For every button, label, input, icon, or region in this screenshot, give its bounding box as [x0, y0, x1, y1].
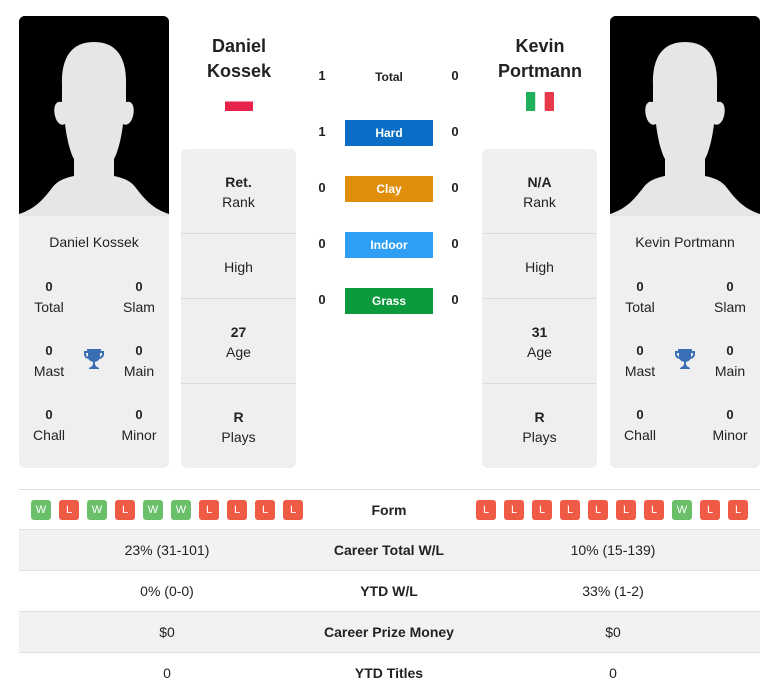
player1-age: 27 Age	[226, 324, 251, 360]
divider	[181, 298, 296, 299]
comparison-row-prize-money: $0 Career Prize Money $0	[19, 612, 760, 653]
surface-hard-badge[interactable]: Hard	[345, 120, 433, 146]
form-loss-badge[interactable]: L	[616, 500, 636, 520]
player1-titles-card: Daniel Kossek 0 Total 0 Slam 0 Mast 0 Main 0…	[19, 216, 169, 468]
player2-high: High	[525, 259, 554, 275]
form-loss-badge[interactable]: L	[532, 500, 552, 520]
h2h-grass-row: 0 Grass 0	[305, 288, 475, 314]
h2h-hard-row: 1 Hard 0	[305, 120, 475, 146]
h2h-total-row: 1 Total 0	[305, 64, 475, 90]
player-silhouette-icon	[610, 16, 760, 216]
player1-info-panel: Ret. Rank High 27 Age R Plays	[181, 149, 296, 468]
form-label: Form	[371, 502, 407, 518]
player1-name-link[interactable]: Daniel Kossek	[179, 34, 299, 84]
player2-slam-titles: 0 Slam	[714, 279, 746, 315]
player1-plays: R Plays	[221, 409, 256, 445]
form-loss-badge[interactable]: L	[588, 500, 608, 520]
comparison-row-career-wl: 23% (31-101) Career Total W/L 10% (15-13…	[19, 530, 760, 571]
player1-chall-titles: 0 Chall	[33, 407, 65, 443]
form-win-badge[interactable]: W	[31, 500, 51, 520]
form-loss-badge[interactable]: L	[560, 500, 580, 520]
player2-age: 31 Age	[527, 324, 552, 360]
form-loss-badge[interactable]: L	[59, 500, 79, 520]
divider	[181, 233, 296, 234]
player1-rank: Ret. Rank	[222, 174, 255, 210]
player2-total-titles: 0 Total	[625, 279, 655, 315]
surface-grass-badge[interactable]: Grass	[345, 288, 433, 314]
player2-plays: R Plays	[522, 409, 557, 445]
trophy-icon	[675, 349, 695, 369]
player2-form-badges: LLLLLLLWLL	[476, 500, 748, 520]
player1-high: High	[224, 259, 253, 275]
player1-minor-titles: 0 Minor	[121, 407, 157, 443]
player2-titles-card: Kevin Portmann 0 Total 0 Slam 0 Mast 0 Main …	[610, 216, 760, 468]
h2h-indoor-row: 0 Indoor 0	[305, 232, 475, 258]
player2-name-link[interactable]: Kevin Portmann	[480, 34, 600, 84]
player1-total-titles: 0 Total	[34, 279, 64, 315]
player1-card-name: Daniel Kossek	[49, 234, 139, 250]
player2-chall-titles: 0 Chall	[624, 407, 656, 443]
surface-indoor-badge[interactable]: Indoor	[345, 232, 433, 258]
italy-flag-icon	[526, 92, 554, 111]
player2-info-panel: N/A Rank High 31 Age R Plays	[482, 149, 597, 468]
divider	[482, 298, 597, 299]
form-loss-badge[interactable]: L	[700, 500, 720, 520]
player2-mast-titles: 0 Mast	[624, 343, 656, 379]
form-loss-badge[interactable]: L	[283, 500, 303, 520]
form-loss-badge[interactable]: L	[115, 500, 135, 520]
h2h-total-label: Total	[375, 70, 403, 84]
form-loss-badge[interactable]: L	[255, 500, 275, 520]
player2-photo	[610, 16, 760, 216]
player1-main-titles: 0 Main	[123, 343, 155, 379]
form-win-badge[interactable]: W	[87, 500, 107, 520]
form-loss-badge[interactable]: L	[644, 500, 664, 520]
player-silhouette-icon	[19, 16, 169, 216]
h2h-clay-row: 0 Clay 0	[305, 176, 475, 202]
player1-photo	[19, 16, 169, 216]
trophy-icon	[84, 349, 104, 369]
comparison-row-ytd-wl: 0% (0-0) YTD W/L 33% (1-2)	[19, 571, 760, 612]
divider	[181, 383, 296, 384]
divider	[482, 383, 597, 384]
form-loss-badge[interactable]: L	[199, 500, 219, 520]
form-loss-badge[interactable]: L	[504, 500, 524, 520]
form-loss-badge[interactable]: L	[728, 500, 748, 520]
form-win-badge[interactable]: W	[143, 500, 163, 520]
form-win-badge[interactable]: W	[171, 500, 191, 520]
player2-rank: N/A Rank	[523, 174, 556, 210]
form-loss-badge[interactable]: L	[227, 500, 247, 520]
player1-mast-titles: 0 Mast	[33, 343, 65, 379]
player1-form-badges: WLWLWWLLLL	[31, 500, 303, 520]
form-loss-badge[interactable]: L	[476, 500, 496, 520]
player2-minor-titles: 0 Minor	[712, 407, 748, 443]
player2-card-name: Kevin Portmann	[635, 234, 735, 250]
comparison-row-ytd-titles: 0 YTD Titles 0	[163, 665, 617, 681]
surface-clay-badge[interactable]: Clay	[345, 176, 433, 202]
player1-slam-titles: 0 Slam	[123, 279, 155, 315]
divider	[482, 233, 597, 234]
player2-main-titles: 0 Main	[714, 343, 746, 379]
form-win-badge[interactable]: W	[672, 500, 692, 520]
form-row: WLWLWWLLLL Form LLLLLLLWLL	[19, 489, 760, 530]
poland-flag-icon	[225, 92, 253, 111]
